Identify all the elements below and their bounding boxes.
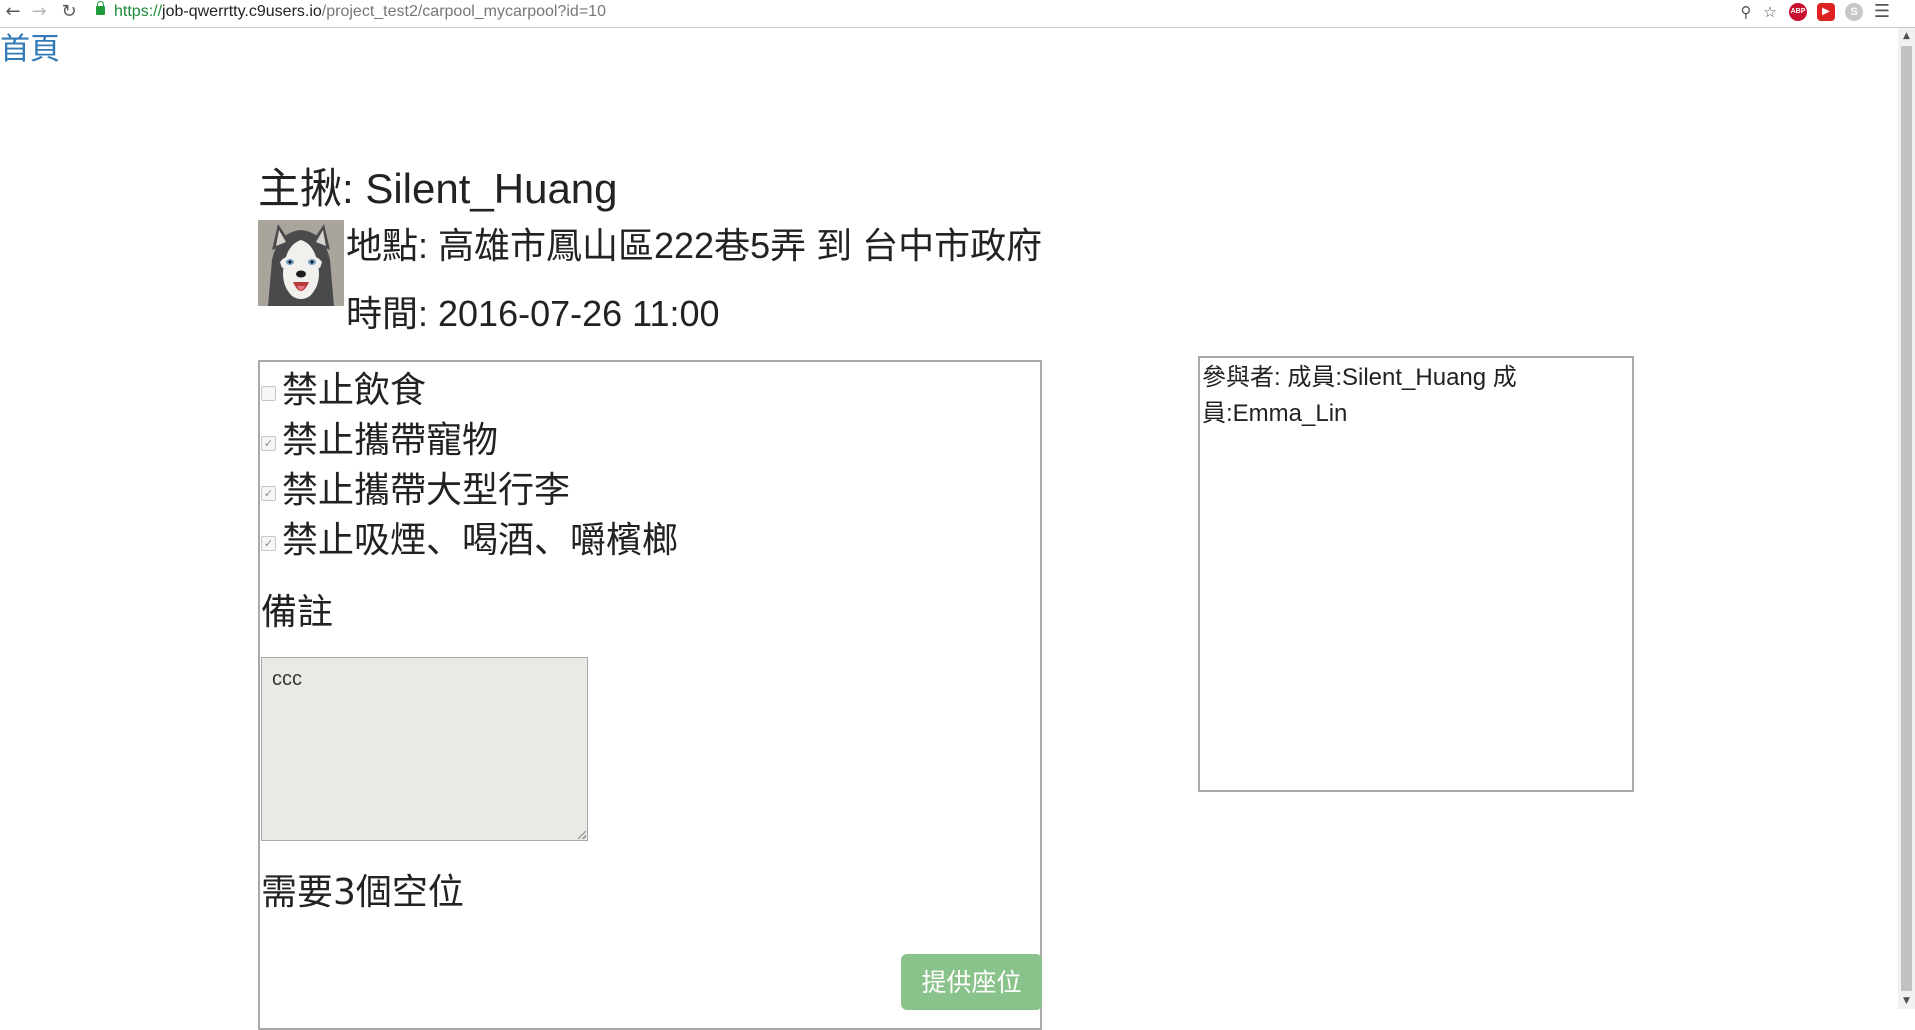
resize-grip-icon[interactable] (578, 831, 586, 839)
url-scheme: https:// (114, 3, 163, 20)
skype-icon[interactable]: S (1845, 3, 1863, 21)
scroll-thumb[interactable] (1901, 46, 1912, 991)
time-text: 時間: 2016-07-26 11:00 (346, 293, 720, 334)
ride-rules-panel: 禁止飲食 ✓ 禁止攜帶寵物 ✓ 禁止攜帶大型行李 ✓ 禁止吸煙、喝酒、嚼檳榔 備… (258, 360, 1042, 1030)
rule-checkbox[interactable]: ✓ (261, 436, 276, 451)
adblock-icon[interactable]: ABP (1789, 3, 1807, 21)
notes-label: 備註 (261, 592, 334, 633)
rule-label: 禁止飲食 (282, 370, 427, 411)
rule-label: 禁止攜帶大型行李 (282, 470, 571, 511)
vertical-scrollbar[interactable]: ▲ ▼ (1898, 28, 1915, 1009)
menu-icon[interactable]: ☰ (1873, 3, 1891, 21)
host-title: 主揪: Silent_Huang (258, 165, 618, 212)
address-bar[interactable]: https://job-qwerrtty.c9users.io/project_… (92, 1, 1832, 23)
back-arrow-icon[interactable]: ← (2, 0, 24, 24)
rule-checkbox[interactable] (261, 386, 276, 401)
participants-text: 參與者: 成員:Silent_Huang 成員:Emma_Lin (1202, 364, 1517, 427)
reload-icon[interactable]: ↻ (58, 0, 80, 24)
browser-toolbar: ← → ↻ https://job-qwerrtty.c9users.io/pr… (0, 0, 1915, 28)
notes-value: ccc (272, 668, 302, 690)
extension-icons: ⚲ ☆ ABP ▶ S ☰ (1707, 2, 1907, 22)
participants-box: 參與者: 成員:Silent_Huang 成員:Emma_Lin (1198, 356, 1634, 792)
star-icon[interactable]: ☆ (1761, 3, 1779, 21)
url-path: /project_test2/carpool_mycarpool?id=10 (321, 3, 606, 20)
rule-checkbox[interactable]: ✓ (261, 486, 276, 501)
url-host: job-qwerrtty.c9users.io (162, 3, 322, 20)
record-icon[interactable]: ▶ (1817, 3, 1835, 21)
rule-label: 禁止吸煙、喝酒、嚼檳榔 (282, 520, 679, 561)
husky-avatar-image (258, 220, 344, 306)
home-link[interactable]: 首頁 (0, 32, 60, 68)
lock-icon (96, 1, 105, 15)
rule-label: 禁止攜帶寵物 (282, 420, 499, 461)
scroll-down-arrow-icon[interactable]: ▼ (1898, 993, 1915, 1009)
forward-arrow-icon[interactable]: → (28, 0, 50, 24)
seats-needed-text: 需要3個空位 (261, 872, 464, 913)
url-text[interactable]: https://job-qwerrtty.c9users.io/project_… (114, 2, 606, 22)
avatar (258, 220, 344, 306)
notes-textarea[interactable]: ccc (261, 657, 588, 841)
offer-seat-button[interactable]: 提供座位 (901, 954, 1042, 1010)
zoom-icon[interactable]: ⚲ (1737, 3, 1755, 21)
location-text: 地點: 高雄市鳳山區222巷5弄 到 台中市政府 (346, 225, 1043, 266)
scroll-up-arrow-icon[interactable]: ▲ (1898, 28, 1915, 44)
rule-checkbox[interactable]: ✓ (261, 536, 276, 551)
